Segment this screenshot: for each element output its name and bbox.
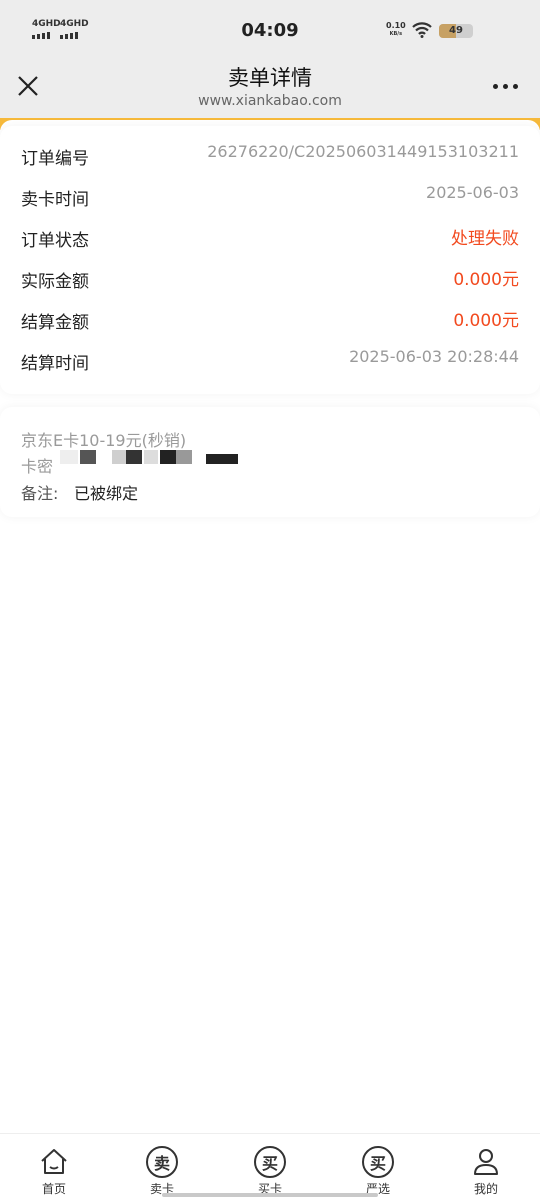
home-indicator[interactable] bbox=[162, 1193, 378, 1197]
net-speed-unit: KB/s bbox=[389, 31, 403, 37]
settle-amount-label: 结算金额 bbox=[21, 313, 89, 333]
order-detail-card: 订单编号 26276220/C20250603144915310321​1 卖卡… bbox=[0, 126, 540, 394]
select-seal-icon: 买 bbox=[362, 1146, 394, 1178]
order-status-row: 订单状态 处理失败 bbox=[0, 208, 540, 251]
sell-time-label: 卖卡时间 bbox=[21, 190, 89, 210]
bottom-tab-bar: 首页 卖 卖卡 买 买卡 买 严选 我的 bbox=[0, 1133, 540, 1200]
remark-label: 备注: bbox=[21, 484, 59, 503]
actual-amount-row: 实际金额 0.000元 bbox=[0, 249, 540, 292]
tab-profile[interactable]: 我的 bbox=[456, 1146, 516, 1197]
wifi-icon bbox=[412, 22, 432, 38]
home-icon bbox=[41, 1149, 67, 1174]
page-url: www.xiankabao.com bbox=[198, 93, 342, 109]
card-password-label: 卡密 bbox=[21, 457, 54, 476]
settle-time-row: 结算时间 2025-06-03 20:28:44 bbox=[0, 331, 540, 374]
settle-amount-row: 结算金额 0.000元 bbox=[0, 290, 540, 333]
buy-seal-icon: 买 bbox=[254, 1146, 286, 1178]
actual-amount-label: 实际金额 bbox=[21, 272, 89, 292]
net-speed-value: 0.10 bbox=[386, 21, 406, 30]
masked-card-password bbox=[60, 450, 250, 464]
actual-amount-value: 0.000元 bbox=[453, 270, 519, 290]
network-speed: 0.10 KB/s bbox=[386, 22, 406, 38]
settle-time-label: 结算时间 bbox=[21, 354, 89, 374]
order-number-row: 订单编号 26276220/C20250603144915310321​1 bbox=[0, 126, 540, 169]
tab-profile-label: 我的 bbox=[473, 1182, 498, 1196]
settle-time-value: 2025-06-03 20:28:44 bbox=[349, 347, 519, 366]
more-dot-icon bbox=[493, 84, 498, 89]
tab-sell-card[interactable]: 卖 卖卡 bbox=[132, 1146, 192, 1197]
status-bar: 4GHD 4GHD 04:09 0.10 KB/s 49 bbox=[0, 0, 540, 60]
order-status-value: 处理失败 bbox=[451, 229, 519, 249]
battery-indicator: 49 bbox=[439, 24, 473, 38]
battery-level: 49 bbox=[449, 25, 463, 36]
tab-strict-select[interactable]: 买 严选 bbox=[348, 1146, 408, 1197]
page-header: 卖单详情 www.xiankabao.com bbox=[0, 60, 540, 124]
order-number-label: 订单编号 bbox=[21, 149, 89, 169]
tab-buy-card[interactable]: 买 买卡 bbox=[240, 1146, 300, 1197]
sell-seal-icon: 卖 bbox=[146, 1146, 178, 1178]
settle-amount-value: 0.000元 bbox=[453, 311, 519, 331]
more-dot-icon bbox=[503, 84, 508, 89]
sell-time-row: 卖卡时间 2025-06-03 bbox=[0, 167, 540, 210]
sell-time-value: 2025-06-03 bbox=[426, 183, 519, 202]
remark-value: 已被绑定 bbox=[74, 484, 139, 503]
goods-name: 京东E卡10-19元(秒销) bbox=[21, 431, 187, 450]
order-status-label: 订单状态 bbox=[21, 231, 89, 251]
page-title: 卖单详情 bbox=[228, 66, 312, 90]
more-options-button[interactable] bbox=[493, 84, 518, 89]
profile-icon bbox=[474, 1149, 498, 1175]
tab-home[interactable]: 首页 bbox=[24, 1146, 84, 1197]
order-number-value: 26276220/C20250603144915310321​1 bbox=[207, 142, 519, 161]
more-dot-icon bbox=[513, 84, 518, 89]
tab-home-label: 首页 bbox=[41, 1182, 66, 1196]
